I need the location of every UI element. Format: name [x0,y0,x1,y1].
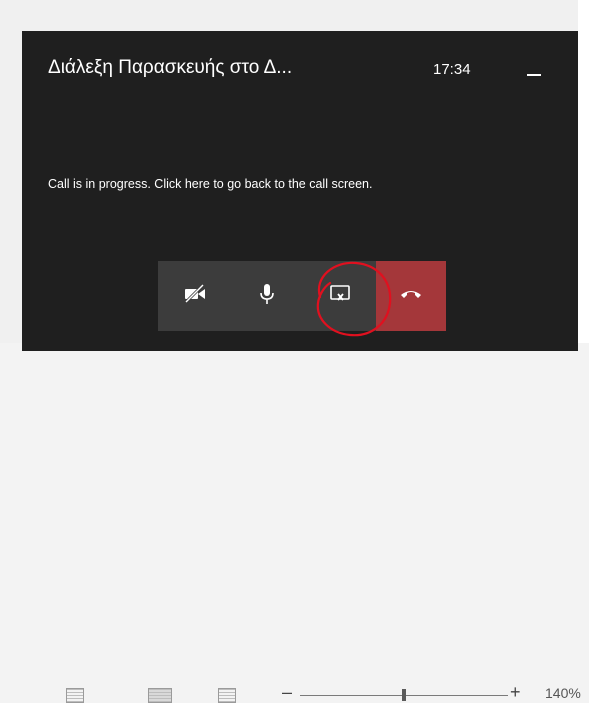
red-annotation-circle [316,261,392,337]
zoom-level[interactable]: 140% [545,685,581,701]
zoom-out-button[interactable]: – [282,683,292,701]
call-controls [158,261,446,331]
background-margin [578,0,589,367]
read-mode-icon[interactable] [66,688,84,703]
microphone-icon [258,282,276,311]
call-mini-window[interactable]: Διάλεξη Παρασκευής στο Δ... 17:34 Call i… [22,31,578,351]
call-in-progress-message[interactable]: Call is in progress. Click here to go ba… [48,177,372,191]
microphone-toggle-button[interactable] [231,261,303,331]
hang-up-icon [399,287,423,306]
zoom-slider-thumb[interactable] [402,689,406,701]
call-timer: 17:34 [433,61,471,78]
meeting-title: Διάλεξη Παρασκευής στο Δ... [48,57,293,78]
minimize-button[interactable] [527,74,541,76]
print-layout-icon[interactable] [148,688,172,703]
web-layout-icon[interactable] [218,688,236,703]
camera-off-icon [183,283,207,309]
camera-toggle-button[interactable] [158,261,231,331]
zoom-in-button[interactable]: + [510,683,521,701]
